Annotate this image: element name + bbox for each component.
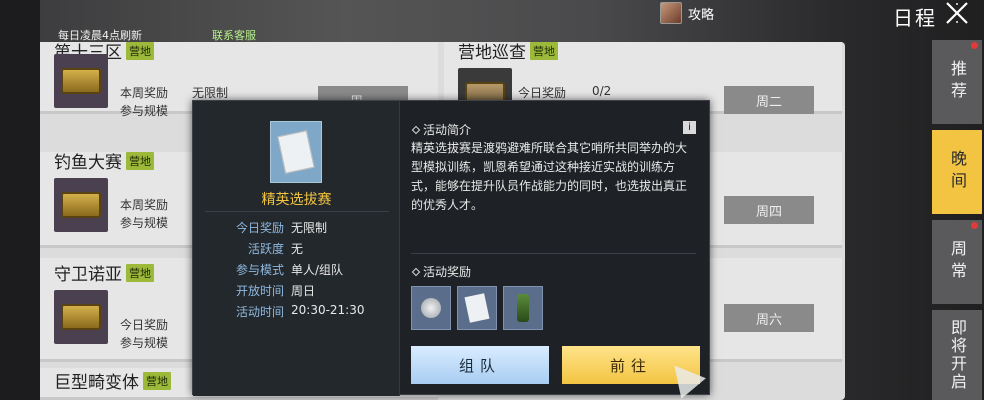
day-pill[interactable]: 周四: [724, 196, 814, 224]
category-tabs: 推荐 晚间 周常 即将开启: [932, 40, 984, 400]
tab-upcoming[interactable]: 即将开启: [932, 310, 982, 400]
activity-name: 精英选拔赛: [261, 192, 332, 208]
tab-weekly[interactable]: 周常: [932, 220, 982, 304]
info-row: 开放时间 周日: [235, 284, 316, 298]
activity-title: 巨型畸变体 营地: [54, 368, 171, 393]
page-title: 日程: [893, 6, 937, 30]
divider: [205, 211, 389, 212]
reward-heading: 活动奖励: [411, 263, 471, 280]
avatar: [660, 2, 682, 24]
camp-tag: 营地: [126, 151, 154, 170]
activity-title: 钓鱼大赛 营地: [54, 148, 154, 173]
reward-label: 今日奖励: [120, 318, 169, 332]
divider: [411, 253, 696, 254]
guide-label: 攻略: [688, 7, 715, 23]
diamond-icon: [411, 267, 421, 276]
intro-text: 精英选拔赛是渡鸦避难所联合其它哨所共同举办的大型模拟训练，凯恩希望通过这种接近实…: [411, 141, 688, 212]
reward-label: 今日奖励: [518, 86, 567, 100]
intro-heading: 活动简介: [411, 121, 471, 138]
tab-evening[interactable]: 晚间: [932, 130, 982, 214]
scale-label: 参与规模: [120, 104, 169, 118]
chest-icon: [54, 290, 108, 344]
scale-label: 参与规模: [120, 216, 169, 230]
camp-tag: 营地: [126, 41, 154, 60]
reward-label: 本周奖励: [120, 86, 169, 100]
day-pill[interactable]: 周二: [724, 86, 814, 114]
camp-tag: 营地: [126, 263, 154, 282]
close-button[interactable]: [944, 0, 970, 26]
coin-icon[interactable]: [411, 286, 451, 330]
notification-dot: [971, 222, 978, 229]
tab-recommend[interactable]: 推荐: [932, 40, 982, 124]
close-icon: [946, 2, 968, 24]
diamond-icon: [411, 125, 421, 134]
activity-detail-popup: 精英选拔赛 今日奖励 无限制 活跃度 无 参与模式 单人/组队 开放时间 周日 …: [192, 100, 710, 396]
scale-label: 参与规模: [120, 336, 169, 350]
chest-icon: [54, 178, 108, 232]
info-row: 今日奖励 无限制: [235, 221, 328, 235]
paper-icon[interactable]: [457, 286, 497, 330]
notification-dot: [971, 42, 978, 49]
document-icon: [270, 121, 322, 183]
reward-value: 无限制: [192, 86, 229, 100]
reward-value: 0/2: [592, 84, 612, 98]
team-button[interactable]: 组队: [411, 346, 549, 384]
activity-summary: 精英选拔赛 今日奖励 无限制 活跃度 无 参与模式 单人/组队 开放时间 周日 …: [193, 101, 400, 396]
info-row: 活跃度 无: [247, 242, 304, 256]
reward-label: 本周奖励: [120, 198, 169, 212]
background-strip: [0, 0, 40, 400]
guide-button[interactable]: 攻略: [660, 2, 714, 24]
info-icon[interactable]: i: [683, 121, 696, 134]
day-pill[interactable]: 周六: [724, 304, 814, 332]
camp-tag: 营地: [143, 371, 171, 390]
chest-icon: [54, 54, 108, 108]
camp-tag: 营地: [530, 41, 558, 60]
activity-title: 营地巡查 营地: [458, 38, 558, 63]
info-row: 活动时间 20:30-21:30: [235, 303, 365, 319]
contact-service-link[interactable]: 联系客服: [212, 27, 256, 43]
activity-title: 守卫诺亚 营地: [54, 260, 154, 285]
info-row: 参与模式 单人/组队: [235, 263, 344, 277]
bottle-icon[interactable]: [503, 286, 543, 330]
